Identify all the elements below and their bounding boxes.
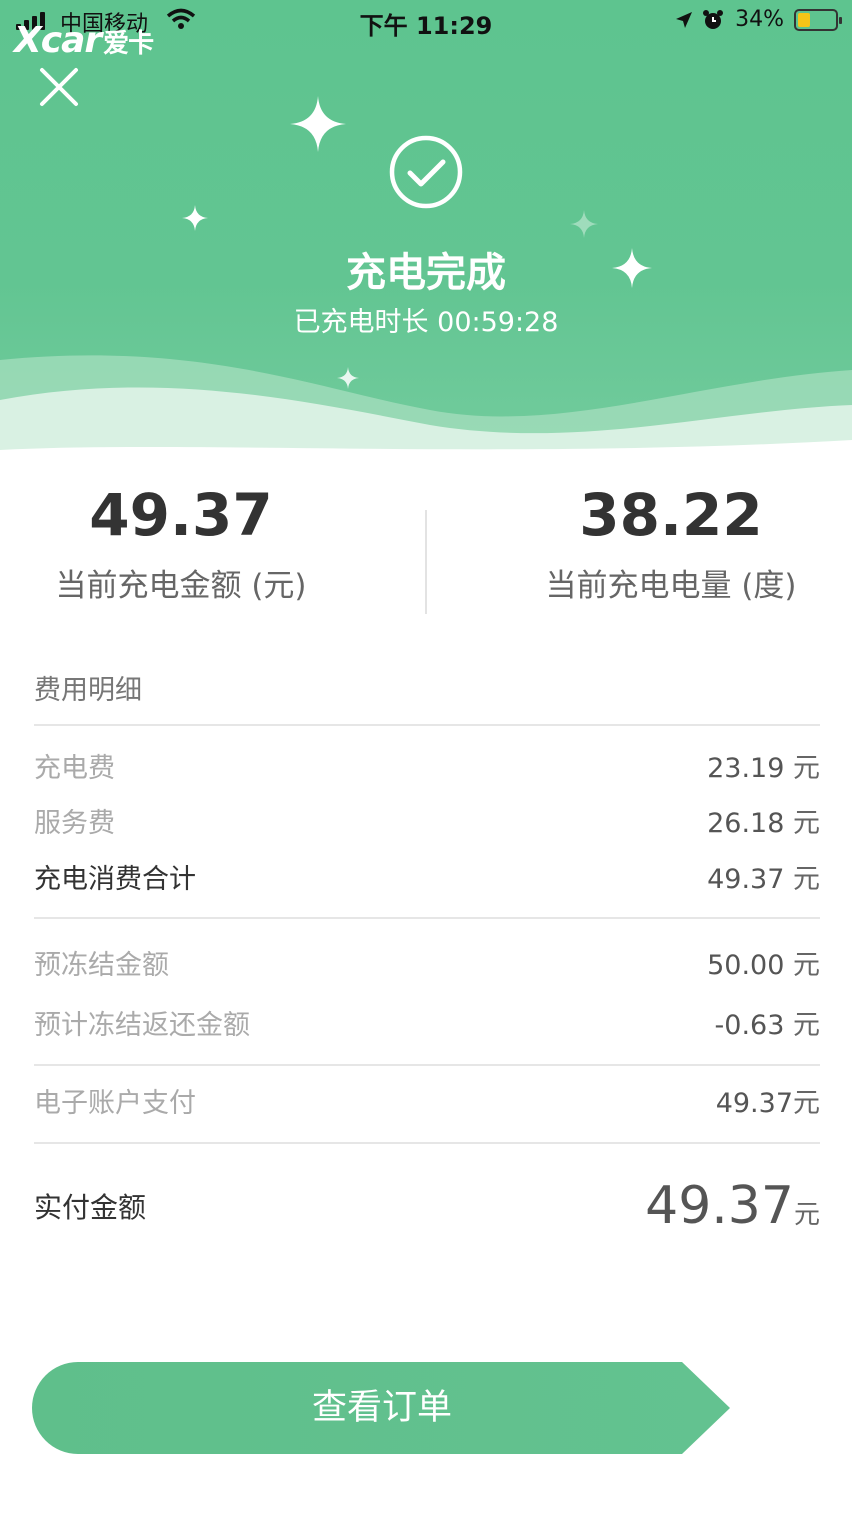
unit-label: 元 [793, 1009, 820, 1041]
divider [34, 1142, 820, 1144]
sparkle-icon [570, 210, 598, 238]
refund-amount-row: 预计冻结返还金额 -0.63 元 [34, 1002, 820, 1042]
subtotal-row: 充电消费合计 49.37 元 [34, 856, 820, 896]
sparkle-icon [182, 205, 208, 231]
amount-summary: 49.37 当前充电金额 (元) [0, 480, 394, 605]
unit-label: 元 [793, 1087, 820, 1119]
amount-value: 49.37 [89, 481, 273, 549]
unit-label: 元 [793, 752, 820, 784]
header: 中国移动 下午 11:29 34% Xcar爱卡 充电完成 已充电时长 00:5… [0, 0, 852, 470]
paid-amount-row: 实付金额 49.37元 [34, 1176, 820, 1236]
row-value: 50.00 [707, 949, 785, 981]
sparkle-icon [290, 96, 346, 152]
battery-icon [794, 9, 842, 31]
row-label: 预计冻结返还金额 [34, 1009, 250, 1041]
unit-label: 元 [793, 949, 820, 981]
row-label: 充电消费合计 [34, 863, 196, 895]
charge-fee-row: 充电费 23.19 元 [34, 745, 820, 785]
row-label: 服务费 [34, 807, 115, 839]
row-value: 23.19 [707, 752, 785, 784]
row-value: 49.37 [715, 1087, 793, 1119]
row-value: 49.37 [707, 863, 785, 895]
close-icon[interactable] [38, 66, 80, 108]
divider [425, 510, 427, 614]
amount-label: 当前充电金额 (元) [55, 568, 307, 604]
paid-amount-value: 49.37 [645, 1176, 794, 1236]
service-fee-row: 服务费 26.18 元 [34, 800, 820, 840]
location-arrow-icon [676, 12, 692, 28]
header-wave [0, 355, 852, 470]
divider [34, 1064, 820, 1066]
watermark-logo: Xcar爱卡 [14, 20, 154, 61]
energy-value: 38.22 [579, 481, 763, 549]
page-title: 充电完成 [346, 250, 506, 296]
divider [34, 917, 820, 919]
charge-duration: 已充电时长 00:59:28 [293, 307, 559, 338]
energy-summary: 38.22 当前充电电量 (度) [458, 480, 852, 605]
fee-details-title: 费用明细 [34, 675, 142, 706]
wallet-payment-row: 电子账户支付 49.37元 [34, 1080, 820, 1120]
alarm-icon [703, 10, 723, 29]
row-label: 充电费 [34, 752, 115, 784]
sparkle-icon [337, 367, 359, 389]
view-order-button-label: 查看订单 [311, 1388, 452, 1428]
battery-percent: 34% [735, 7, 784, 32]
view-order-button[interactable]: 查看订单 [32, 1362, 732, 1454]
energy-label: 当前充电电量 (度) [545, 568, 797, 604]
success-check-icon [389, 135, 463, 209]
row-label: 预冻结金额 [34, 949, 169, 981]
row-label: 电子账户支付 [34, 1087, 196, 1119]
unit-label: 元 [793, 807, 820, 839]
divider [34, 724, 820, 726]
row-value: -0.63 [714, 1009, 785, 1041]
unit-label: 元 [793, 1200, 820, 1230]
row-value: 26.18 [707, 807, 785, 839]
unit-label: 元 [793, 863, 820, 895]
frozen-amount-row: 预冻结金额 50.00 元 [34, 942, 820, 982]
paid-amount-label: 实付金额 [34, 1191, 147, 1224]
